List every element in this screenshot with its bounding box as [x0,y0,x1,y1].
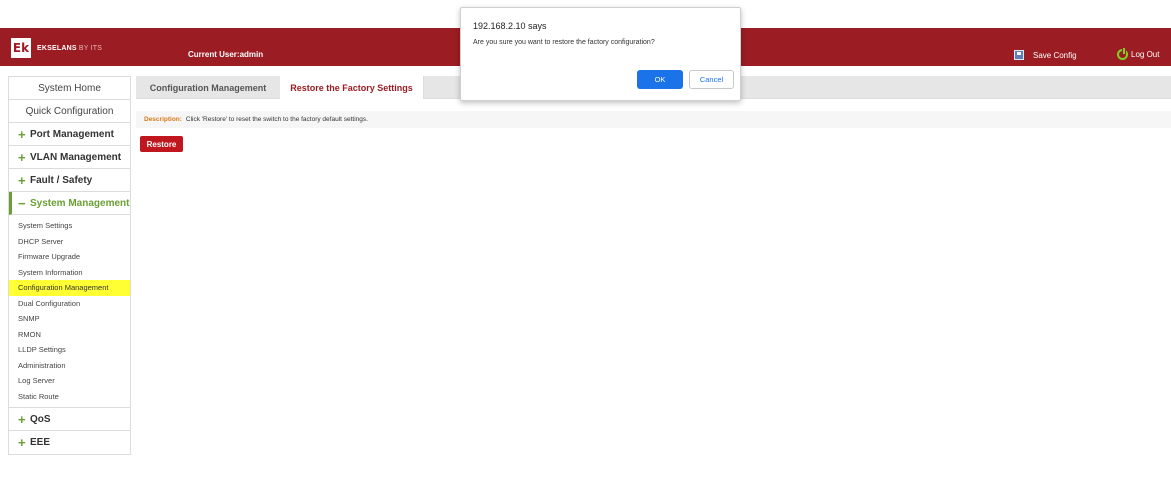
system-management-submenu: System Settings DHCP Server Firmware Upg… [9,215,130,408]
tab-configuration-management[interactable]: Configuration Management [136,76,280,99]
description-bar: Description: Click 'Restore' to reset th… [136,111,1171,128]
sidebar-group-port-management[interactable]: + Port Management [9,123,130,146]
cancel-button[interactable]: Cancel [689,70,734,89]
sidebar-item-rmon[interactable]: RMON [9,327,130,343]
sidebar-group-system-management[interactable]: − System Management [9,192,130,215]
power-icon [1117,48,1128,60]
save-config-button[interactable]: Save Config [1014,50,1077,60]
ok-button[interactable]: OK [637,70,683,89]
logo-text: EKSELANS BY ITS [37,45,102,52]
sidebar-item-system-information[interactable]: System Information [9,265,130,281]
sidebar-item-administration[interactable]: Administration [9,358,130,374]
sidebar-group-label: VLAN Management [30,151,122,163]
sidebar-group-qos[interactable]: + QoS [9,408,130,431]
plus-icon: + [18,172,26,188]
logo: Ek EKSELANS BY ITS [11,38,102,58]
save-icon [1014,50,1024,60]
sidebar-group-label: System Management [30,197,130,209]
plus-icon: + [18,149,26,165]
sidebar-item-firmware-upgrade[interactable]: Firmware Upgrade [9,249,130,265]
logo-brand: EKSELANS [37,44,77,52]
sidebar-group-eee[interactable]: + EEE [9,431,130,454]
sidebar-item-static-route[interactable]: Static Route [9,389,130,405]
logo-mark: Ek [11,38,31,58]
plus-icon: + [18,126,26,142]
plus-icon: + [18,411,26,427]
sidebar-item-snmp[interactable]: SNMP [9,311,130,327]
dialog-title: 192.168.2.10 says [473,21,547,31]
sidebar-item-quick-configuration[interactable]: Quick Configuration [9,100,130,123]
description-label: Description: [144,116,182,123]
save-config-label: Save Config [1033,50,1077,60]
sidebar-group-label: EEE [30,437,51,448]
confirm-dialog: 192.168.2.10 says Are you sure you want … [460,7,741,101]
sidebar-item-system-settings[interactable]: System Settings [9,218,130,234]
tab-restore-factory-settings[interactable]: Restore the Factory Settings [280,76,424,99]
sidebar: System Home Quick Configuration + Port M… [8,76,131,455]
sidebar-group-fault-safety[interactable]: + Fault / Safety [9,169,130,192]
sidebar-item-dhcp-server[interactable]: DHCP Server [9,234,130,250]
log-out-button[interactable]: Log Out [1117,48,1160,60]
sidebar-group-label: Fault / Safety [30,174,93,186]
minus-icon: − [18,195,26,211]
sidebar-item-configuration-management[interactable]: Configuration Management [9,280,130,296]
sidebar-group-label: Port Management [30,128,114,140]
sidebar-item-log-server[interactable]: Log Server [9,373,130,389]
logo-suffix: BY ITS [78,44,103,52]
sidebar-item-system-home[interactable]: System Home [9,77,130,100]
log-out-label: Log Out [1131,50,1160,59]
dialog-message: Are you sure you want to restore the fac… [473,39,655,46]
plus-icon: + [18,435,26,450]
description-text: Click 'Restore' to reset the switch to t… [185,116,368,123]
sidebar-item-dual-configuration[interactable]: Dual Configuration [9,296,130,312]
sidebar-group-label: QoS [30,413,51,425]
restore-button[interactable]: Restore [140,136,183,152]
page: Ek EKSELANS BY ITS Current User:admin Sa… [0,0,1171,484]
current-user-label: Current User:admin [188,50,264,59]
sidebar-item-lldp-settings[interactable]: LLDP Settings [9,342,130,358]
sidebar-group-vlan-management[interactable]: + VLAN Management [9,146,130,169]
